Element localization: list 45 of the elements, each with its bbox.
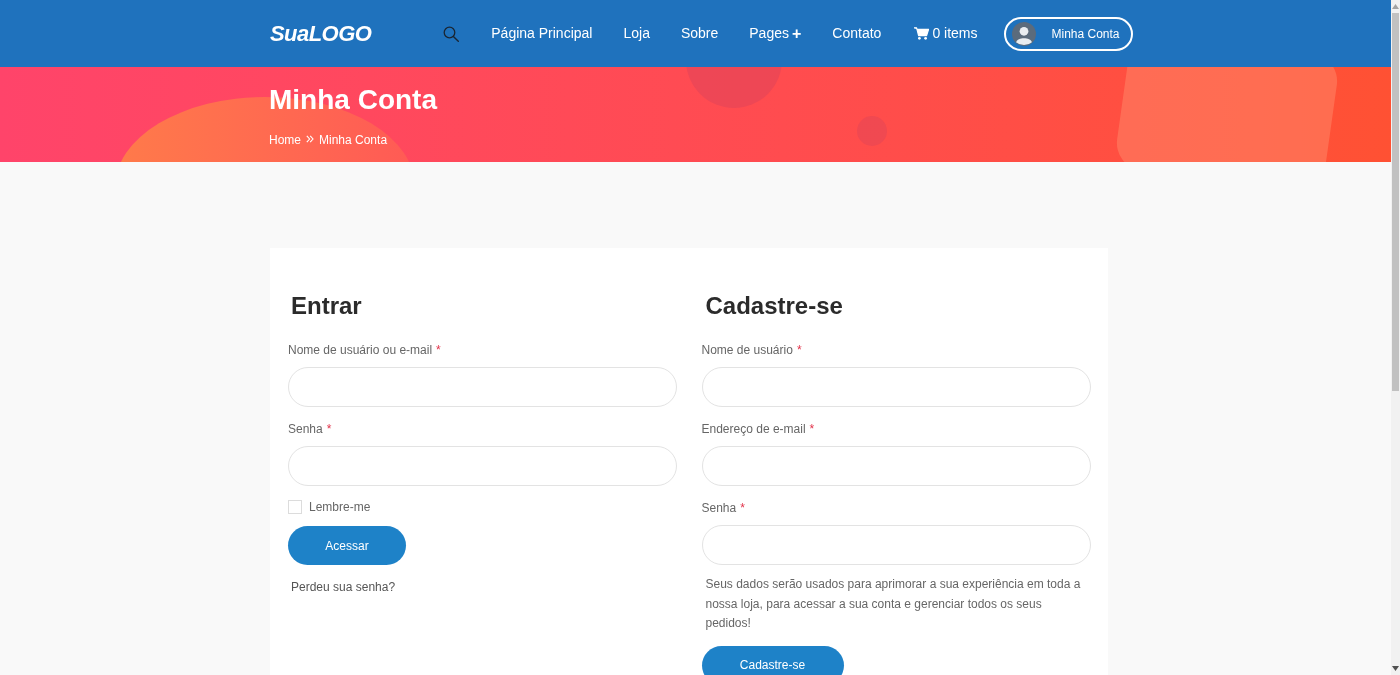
required-mark: * — [436, 343, 441, 357]
login-button[interactable]: Acessar — [288, 526, 406, 565]
cart-count: 0 items — [932, 24, 978, 43]
nav-link[interactable]: Contato — [832, 23, 882, 44]
checkbox[interactable] — [288, 500, 302, 514]
input-field[interactable] — [288, 446, 677, 486]
input-field[interactable] — [288, 367, 677, 407]
required-mark: * — [809, 422, 815, 436]
input-field[interactable] — [701, 525, 1091, 565]
required-mark: * — [326, 422, 332, 436]
nav-label: Pages — [749, 24, 789, 43]
field-label: Senha — [701, 501, 737, 515]
submenu-mark[interactable]: + — [792, 25, 802, 42]
register-button[interactable]: Cadastre-se — [701, 645, 844, 675]
scrollbar-thumb[interactable] — [1392, 13, 1399, 391]
input-field[interactable] — [701, 367, 1091, 407]
field-label: Endereço de e-mail — [701, 422, 806, 436]
required-mark: * — [740, 501, 745, 515]
checkbox-label: Lembre-me — [309, 499, 371, 516]
section-heading: Entrar — [291, 291, 362, 321]
avatar-icon — [1011, 21, 1036, 46]
required-mark: * — [796, 343, 802, 357]
nav-link[interactable]: Sobre — [680, 23, 719, 44]
logo[interactable]: SuaLOGO — [270, 20, 372, 47]
nav-link[interactable]: Loja — [623, 23, 650, 44]
lost-password-link[interactable]: Perdeu sua senha? — [291, 580, 396, 594]
input-field[interactable] — [701, 446, 1091, 486]
cart-link[interactable]: 0 items — [914, 23, 978, 44]
page-title: Minha Conta — [269, 83, 437, 117]
account-button[interactable]: Minha Conta — [1003, 16, 1133, 51]
scroll-down-icon[interactable] — [1392, 666, 1399, 671]
nav-link[interactable]: Pages + — [749, 23, 802, 44]
section-heading: Cadastre-se — [705, 291, 843, 321]
nav-link[interactable]: Página Principal — [491, 23, 593, 44]
field-label: Nome de usuário — [701, 343, 793, 357]
cart-icon — [914, 27, 930, 40]
chevrons-right-icon — [306, 134, 314, 143]
breadcrumb-current: Minha Conta — [319, 132, 388, 149]
field-label: Nome de usuário ou e-mail — [288, 343, 433, 357]
scrollbar-track[interactable] — [1391, 0, 1400, 675]
scroll-up-icon[interactable] — [1392, 4, 1399, 9]
field-label: Senha — [288, 422, 323, 436]
privacy-text: Seus dados serão usados para aprimorar a sua experiência em toda a nossa loja, para acessar a sua conta e gerenciar todos os seus pedidos! — [705, 576, 1082, 632]
search-icon[interactable] — [443, 25, 460, 42]
breadcrumb-link[interactable]: Home — [269, 131, 301, 149]
